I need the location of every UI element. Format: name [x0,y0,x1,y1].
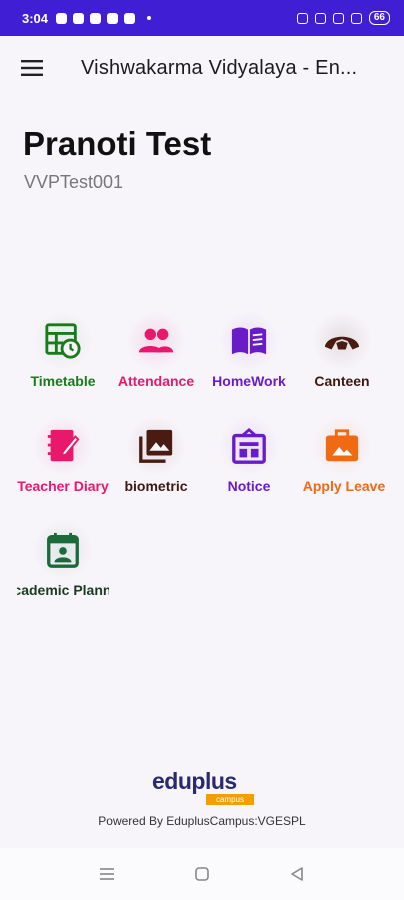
logo-wordmark: eduplus [152,768,237,794]
tile-homework[interactable]: HomeWork [197,305,301,405]
home-button[interactable] [182,854,222,894]
notice-icon [219,416,279,476]
logo-tag: campus [206,794,254,805]
more-dot-icon [147,16,152,20]
tile-label: Timetable [30,373,96,389]
back-button[interactable] [277,854,317,894]
tile-label: biometric [124,478,188,494]
tile-timetable[interactable]: Timetable [11,305,115,405]
tile-label-clip: Academic Planner [17,580,109,598]
canteen-croissant-icon [312,311,372,371]
tile-canteen[interactable]: Canteen [290,305,394,405]
tile-label: Teacher Diary [17,478,109,494]
timetable-icon [33,311,93,371]
tile-apply-leave[interactable]: Apply Leave [290,410,394,510]
biometric-gallery-icon [126,416,186,476]
status-bar: 3:04 66 [0,0,404,36]
home-icon [195,867,209,881]
attendance-icon [126,311,186,371]
notification-icons [56,12,152,24]
back-icon [290,867,303,881]
eduplus-logo: eduplus campus [148,764,258,808]
app-title: Vishwakarma Vidyalaya - En... [81,56,358,79]
tile-attendance[interactable]: Attendance [104,305,208,405]
teacher-diary-icon [33,416,93,476]
powered-by-text: Powered By EduplusCampus:VGESPL [98,814,306,828]
facebook-icon [90,12,102,24]
hamburger-menu-button[interactable] [0,36,64,100]
tile-label: Canteen [314,373,370,389]
system-icons: 66 [296,11,390,25]
chat-icon [56,12,68,24]
status-time: 3:04 [22,10,49,26]
app-bar: Vishwakarma Vidyalaya - En... [0,36,404,100]
signal-icon [332,12,344,24]
homework-book-icon [219,311,279,371]
system-nav-bar [0,848,404,900]
tile-biometric[interactable]: biometric [104,410,208,510]
tile-notice[interactable]: Notice [197,410,301,510]
academic-planner-icon [33,520,93,580]
tile-label: HomeWork [212,373,286,389]
tile-label: Academic Planner [17,582,109,598]
tile-label: Attendance [117,373,195,389]
app-icon [124,12,136,24]
signal-bars-icon [350,12,362,24]
user-name: Pranoti Test [23,125,212,162]
recents-icon [100,868,115,880]
wifi-icon [314,12,326,24]
tile-academic-planner[interactable]: Academic Planner [11,514,115,614]
menu-icon [21,60,43,76]
tile-label: Notice [227,478,271,494]
recents-button[interactable] [87,854,127,894]
user-id: VVPTest001 [24,172,124,192]
tile-label: Apply Leave [302,478,386,494]
tile-teacher-diary[interactable]: Teacher Diary [11,410,115,510]
tile-label-clip: Apply Leave [292,476,392,494]
battery-icon: 66 [368,11,390,25]
vibrate-icon [296,12,308,24]
apply-leave-icon [312,416,372,476]
youtube-icon [107,12,119,24]
tile-label-clip: Teacher Diary [17,476,109,494]
app-a-icon [73,12,85,24]
